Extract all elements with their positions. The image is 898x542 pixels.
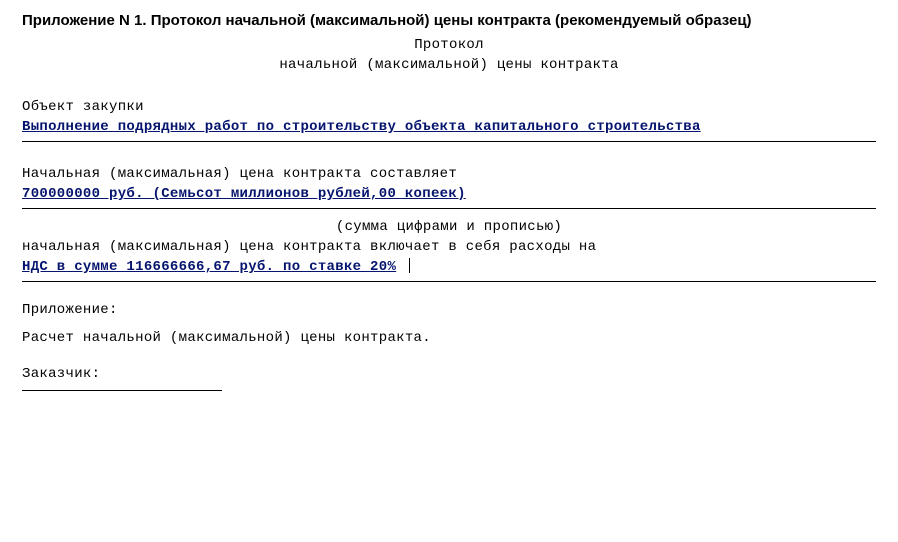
- sum-hint: (сумма цифрами и прописью): [22, 217, 876, 237]
- appendix-title: Приложение N 1. Протокол начальной (макс…: [22, 12, 876, 29]
- customer-signature-line: [22, 390, 222, 391]
- includes-line: начальная (максимальная) цена контракта …: [22, 237, 876, 257]
- document-page: Приложение N 1. Протокол начальной (макс…: [0, 0, 898, 391]
- subject-value[interactable]: Выполнение подрядных работ по строительс…: [22, 119, 701, 135]
- subject-label: Объект закупки: [22, 97, 876, 117]
- attachment-label: Приложение:: [22, 300, 876, 320]
- customer-label: Заказчик:: [22, 364, 876, 384]
- text-cursor: [409, 258, 410, 273]
- nmck-intro: Начальная (максимальная) цена контракта …: [22, 164, 876, 184]
- protocol-heading-2: начальной (максимальной) цены контракта: [22, 55, 876, 75]
- vat-value[interactable]: НДС в сумме 116666666,67 руб. по ставке …: [22, 259, 396, 275]
- nmck-value[interactable]: 700000000 руб. (Семьсот миллионов рублей…: [22, 186, 466, 202]
- attachment-text: Расчет начальной (максимальной) цены кон…: [22, 328, 876, 348]
- protocol-heading-1: Протокол: [22, 35, 876, 55]
